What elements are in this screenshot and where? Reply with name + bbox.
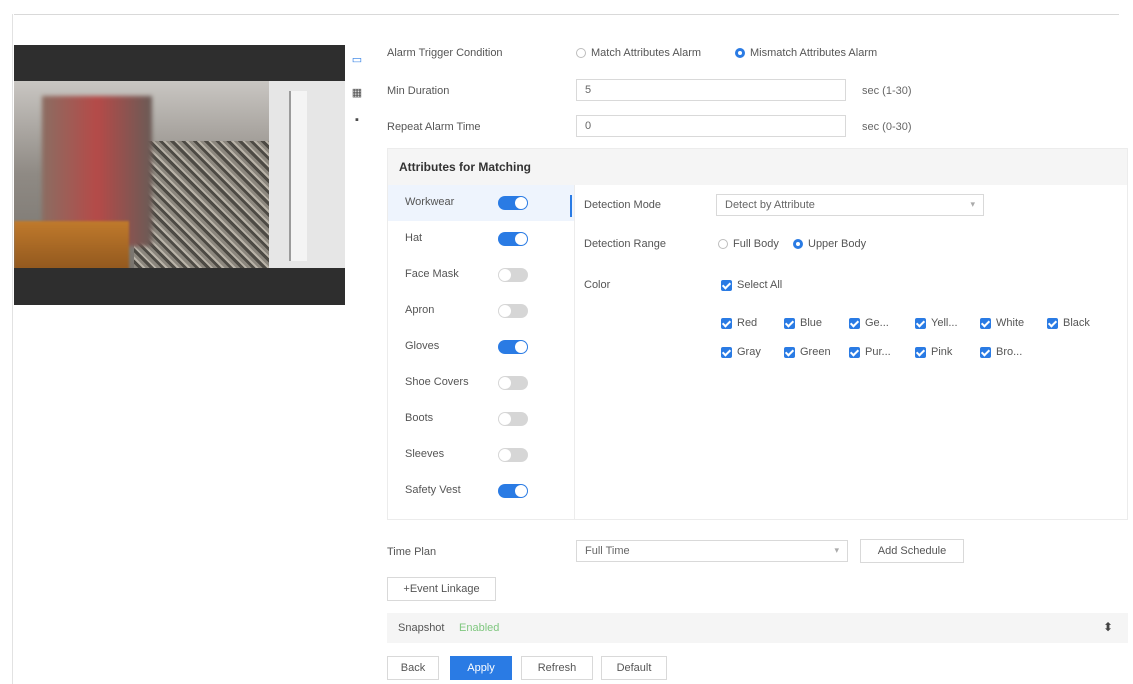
toggle-switch[interactable] (498, 196, 528, 210)
attribute-item[interactable]: Workwear (388, 185, 574, 221)
radio-checked-icon (735, 48, 745, 59)
apply-button[interactable]: Apply (450, 656, 512, 680)
color-checkbox[interactable]: Green (784, 346, 831, 358)
draw-area-icon[interactable]: ▭ (350, 53, 364, 66)
expand-icon[interactable]: ⬍ (1103, 620, 1113, 634)
color-checkbox[interactable]: White (980, 317, 1024, 329)
attribute-item[interactable]: Hat (388, 221, 574, 257)
color-checkbox[interactable]: Red (721, 317, 757, 329)
color-checkbox[interactable]: Yell... (915, 317, 958, 329)
trigger-label: Alarm Trigger Condition (387, 47, 503, 59)
attribute-item[interactable]: Gloves (388, 329, 574, 365)
color-checkbox[interactable]: Gray (721, 346, 761, 358)
toggle-switch[interactable] (498, 484, 528, 498)
min-duration-label: Min Duration (387, 85, 450, 97)
attribute-item[interactable]: Boots (388, 401, 574, 437)
delete-icon[interactable]: ▪ (350, 114, 364, 126)
checkbox-checked-icon (784, 346, 795, 358)
repeat-alarm-label: Repeat Alarm Time (387, 121, 481, 133)
trigger-option-match[interactable]: Match Attributes Alarm (576, 47, 701, 59)
range-option-full[interactable]: Full Body (718, 238, 779, 250)
time-plan-label: Time Plan (387, 546, 437, 558)
checkbox-checked-icon (721, 346, 732, 358)
color-checkbox[interactable]: Black (1047, 317, 1090, 329)
default-button[interactable]: Default (601, 656, 667, 680)
radio-icon (718, 239, 728, 250)
time-plan-select[interactable]: Full Time ▾ (576, 540, 848, 562)
video-preview (14, 45, 345, 305)
min-duration-input[interactable]: 5 (576, 79, 846, 101)
color-checkbox[interactable]: Pink (915, 346, 952, 358)
checkbox-checked-icon (849, 346, 860, 358)
snapshot-label: Snapshot (398, 622, 445, 634)
selected-indicator (570, 195, 572, 217)
checkbox-checked-icon (849, 317, 860, 329)
grid-icon[interactable]: ▦ (350, 86, 364, 99)
attributes-panel: Attributes for Matching Workwear Hat Fac… (387, 148, 1128, 520)
checkbox-checked-icon (721, 317, 732, 329)
repeat-alarm-input[interactable]: 0 (576, 115, 846, 137)
checkbox-checked-icon (915, 317, 926, 329)
add-schedule-button[interactable]: Add Schedule (860, 539, 964, 563)
attribute-item[interactable]: Face Mask (388, 257, 574, 293)
radio-icon (576, 48, 586, 59)
attribute-item[interactable]: Safety Vest (388, 473, 574, 509)
toggle-switch[interactable] (498, 304, 528, 318)
checkbox-checked-icon (784, 317, 795, 329)
color-checkbox[interactable]: Pur... (849, 346, 891, 358)
color-checkbox[interactable]: Blue (784, 317, 822, 329)
toggle-switch[interactable] (498, 412, 528, 426)
range-option-upper[interactable]: Upper Body (793, 238, 866, 250)
toggle-switch[interactable] (498, 340, 528, 354)
toggle-switch[interactable] (498, 376, 528, 390)
checkbox-checked-icon (915, 346, 926, 358)
attribute-item[interactable]: Sleeves (388, 437, 574, 473)
radio-checked-icon (793, 239, 803, 250)
event-linkage-button[interactable]: +Event Linkage (387, 577, 496, 601)
repeat-alarm-unit: sec (0-30) (862, 121, 912, 133)
snapshot-row[interactable]: Snapshot Enabled ⬍ (387, 613, 1128, 643)
checkbox-checked-icon (980, 346, 991, 358)
chevron-down-icon: ▾ (970, 199, 975, 209)
left-divider (12, 14, 13, 684)
toggle-switch[interactable] (498, 448, 528, 462)
refresh-button[interactable]: Refresh (521, 656, 593, 680)
chevron-down-icon: ▾ (834, 545, 839, 555)
detection-mode-select[interactable]: Detect by Attribute ▾ (716, 194, 984, 216)
color-checkbox[interactable]: Bro... (980, 346, 1022, 358)
color-checkbox[interactable]: Ge... (849, 317, 889, 329)
min-duration-unit: sec (1-30) (862, 85, 912, 97)
toggle-switch[interactable] (498, 268, 528, 282)
trigger-option-mismatch[interactable]: Mismatch Attributes Alarm (735, 47, 877, 59)
attributes-title: Attributes for Matching (388, 149, 1127, 185)
top-divider (14, 14, 1119, 15)
color-label: Color (584, 279, 611, 291)
checkbox-checked-icon (980, 317, 991, 329)
attribute-list: Workwear Hat Face Mask Apron Gloves Shoe… (388, 185, 575, 519)
checkbox-checked-icon (721, 279, 732, 291)
detection-mode-label: Detection Mode (584, 199, 662, 211)
back-button[interactable]: Back (387, 656, 439, 680)
snapshot-status: Enabled (459, 622, 500, 634)
toggle-switch[interactable] (498, 232, 528, 246)
attribute-item[interactable]: Apron (388, 293, 574, 329)
detection-range-label: Detection Range (584, 238, 666, 250)
select-all-checkbox[interactable]: Select All (721, 279, 782, 291)
attribute-item[interactable]: Shoe Covers (388, 365, 574, 401)
checkbox-checked-icon (1047, 317, 1058, 329)
